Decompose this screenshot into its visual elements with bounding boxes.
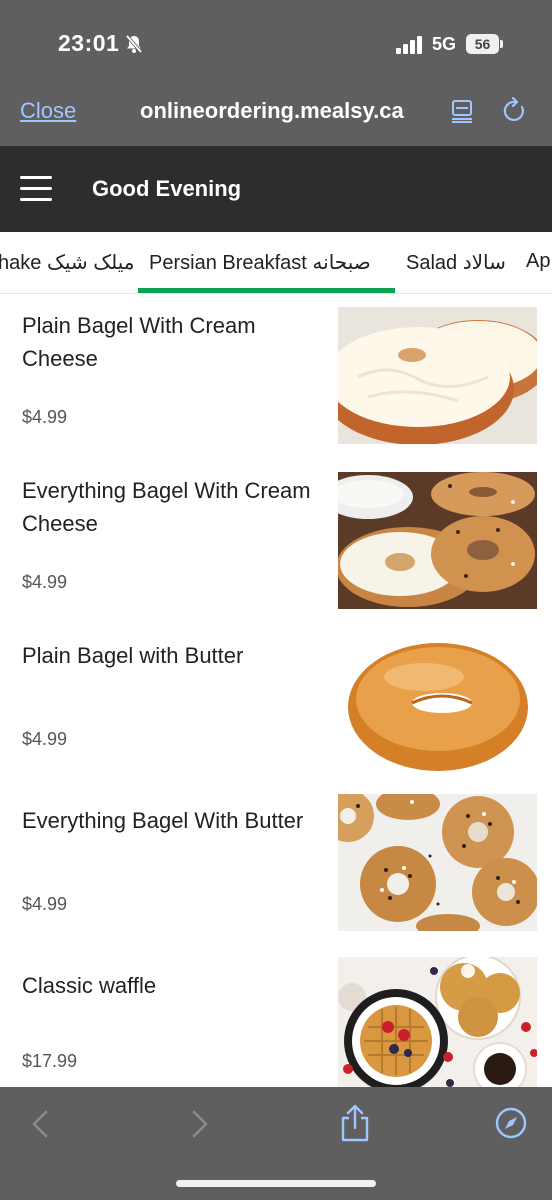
item-name: Everything Bagel With Butter [22,808,304,833]
menu-item[interactable]: Everything Bagel With Butter $4.99 [0,790,552,955]
item-image [338,472,537,609]
item-image [338,794,537,931]
network-type: 5G [432,34,457,54]
greeting-title: Good Evening [92,176,242,201]
chevron-left-icon[interactable] [30,1110,50,1138]
item-name: Everything Bagel With Cream Cheese [22,478,311,536]
item-price: $4.99 [22,729,68,749]
item-price: $17.99 [22,1051,78,1071]
reload-icon[interactable] [502,97,528,125]
home-indicator [176,1180,376,1187]
browser-header [0,0,552,146]
close-button[interactable]: Close [20,98,76,124]
page: 23:01 5G 56 Close onlineordering.mealsy.… [0,0,552,1200]
item-price: $4.99 [22,894,68,914]
menu-list: Plain Bagel With Cream Cheese $4.99 Ever… [0,295,552,1087]
item-name: Classic waffle [22,973,157,998]
active-tab-indicator [138,288,395,293]
bell-off-icon [125,34,143,54]
url-label[interactable]: onlineordering.mealsy.ca [140,98,404,124]
menu-item[interactable]: Everything Bagel With Cream Cheese $4.99 [0,460,552,625]
page-menu-icon[interactable] [450,99,474,123]
item-name: Plain Bagel With Cream Cheese [22,313,256,371]
item-image [338,637,537,774]
compass-icon[interactable] [495,1107,527,1139]
status-time: 23:01 [58,30,120,56]
tab-salad[interactable]: Salad سالاد [406,250,506,275]
category-tabs: hake میلک شیک Persian Breakfast صبحانه S… [0,232,552,294]
menu-item[interactable]: Classic waffle $17.99 [0,955,552,1087]
item-name: Plain Bagel with Butter [22,643,244,668]
hamburger-menu-icon[interactable] [20,176,52,202]
tab-persian-breakfast[interactable]: Persian Breakfast صبحانه [149,250,371,275]
item-price: $4.99 [22,572,68,592]
app-header [0,146,552,232]
item-price: $4.99 [22,407,68,427]
chevron-right-icon[interactable] [190,1110,210,1138]
tab-appetizers[interactable]: Ap [526,250,550,273]
item-image [338,957,537,1087]
menu-item[interactable]: Plain Bagel With Cream Cheese $4.99 [0,295,552,460]
item-image [338,307,537,444]
menu-item[interactable]: Plain Bagel with Butter $4.99 [0,625,552,790]
signal-icon [396,36,422,54]
battery-icon: 56 [466,34,504,54]
tab-milkshake[interactable]: hake میلک شیک [0,250,134,275]
share-icon[interactable] [340,1104,370,1142]
battery-level: 56 [466,34,499,54]
